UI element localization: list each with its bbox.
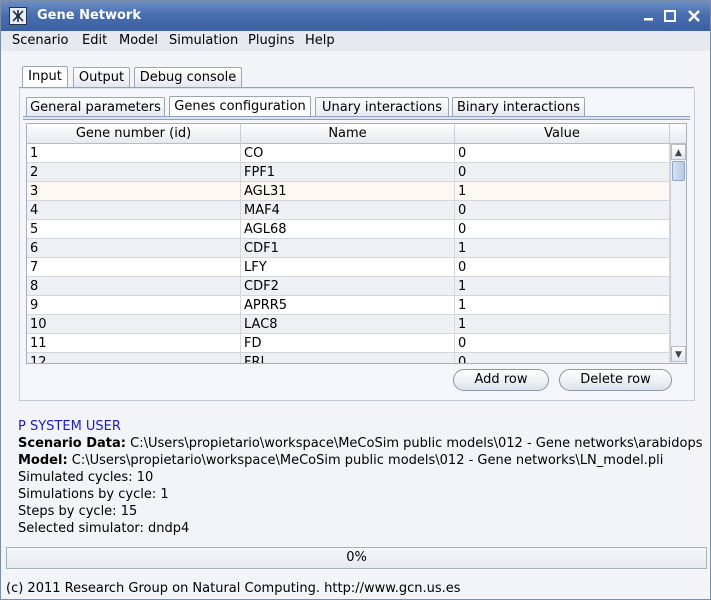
table-row[interactable]: 9 APRR5 1	[27, 296, 670, 315]
cell-gene-number[interactable]: 3	[27, 182, 241, 201]
inner-tab-strip	[23, 116, 690, 120]
title-bar[interactable]: Gene Network	[1, 1, 710, 31]
cell-name[interactable]: FD	[241, 334, 455, 353]
tab-binary-interactions[interactable]: Binary interactions	[452, 97, 585, 118]
app-window: Gene Network Scenario Edit Model Simulat…	[0, 0, 711, 600]
cell-gene-number[interactable]: 12	[27, 353, 241, 363]
maximize-icon[interactable]	[661, 7, 679, 25]
cell-value[interactable]: 1	[455, 277, 670, 296]
table-row[interactable]: 7 LFY 0	[27, 258, 670, 277]
status-bar: (c) 2011 Research Group on Natural Compu…	[6, 581, 461, 596]
cell-gene-number[interactable]: 2	[27, 163, 241, 182]
cell-name[interactable]: FPF1	[241, 163, 455, 182]
cell-gene-number[interactable]: 8	[27, 277, 241, 296]
cell-gene-number[interactable]: 6	[27, 239, 241, 258]
cell-value[interactable]: 0	[455, 220, 670, 239]
cell-name[interactable]: CDF2	[241, 277, 455, 296]
cell-name[interactable]: LAC8	[241, 315, 455, 334]
steps-by-cycle: Steps by cycle: 15	[18, 504, 138, 519]
simulated-cycles: Simulated cycles: 10	[18, 470, 154, 485]
cell-gene-number[interactable]: 10	[27, 315, 241, 334]
tab-output[interactable]: Output	[73, 67, 130, 88]
cell-value[interactable]: 1	[455, 182, 670, 201]
cell-name[interactable]: FRI	[241, 353, 455, 363]
table-body: 1 CO 0 2 FPF1 0 3 AGL31 1 4 MAF4 0 5 AGL68 0 6 CDF1 1 7 LFY…	[27, 144, 670, 363]
table-row[interactable]: 10 LAC8 1	[27, 315, 670, 334]
cell-name[interactable]: MAF4	[241, 201, 455, 220]
delete-row-button[interactable]: Delete row	[559, 369, 672, 391]
scroll-down-icon[interactable]: ▼	[671, 346, 686, 362]
scenario-data-value: C:\Users\propietario\workspace\MeCoSim p…	[130, 436, 703, 451]
selected-simulator: Selected simulator: dndp4	[18, 521, 190, 536]
tab-genes-configuration[interactable]: Genes configuration	[169, 96, 311, 118]
close-icon[interactable]	[685, 7, 703, 25]
tab-input[interactable]: Input	[22, 66, 68, 88]
cell-gene-number[interactable]: 9	[27, 296, 241, 315]
tab-unary-interactions[interactable]: Unary interactions	[315, 97, 449, 118]
scroll-thumb[interactable]	[672, 161, 685, 181]
table-row[interactable]: 5 AGL68 0	[27, 220, 670, 239]
menu-simulation[interactable]: Simulation	[169, 33, 238, 48]
cell-value[interactable]: 1	[455, 315, 670, 334]
info-title: P SYSTEM USER	[18, 419, 121, 434]
add-row-button[interactable]: Add row	[453, 369, 549, 391]
scroll-up-icon[interactable]: ▲	[671, 144, 686, 160]
column-header-gene-number[interactable]: Gene number (id)	[27, 124, 241, 144]
cell-value[interactable]: 0	[455, 144, 670, 163]
cell-name[interactable]: APRR5	[241, 296, 455, 315]
cell-value[interactable]: 0	[455, 334, 670, 353]
table-row[interactable]: 2 FPF1 0	[27, 163, 670, 182]
minimize-icon[interactable]	[640, 7, 658, 25]
menu-bar: Scenario Edit Model Simulation Plugins H…	[1, 31, 710, 51]
simulations-by-cycle: Simulations by cycle: 1	[18, 487, 169, 502]
tab-debug-console[interactable]: Debug console	[134, 67, 242, 88]
cell-name[interactable]: AGL31	[241, 182, 455, 201]
table-row[interactable]: 6 CDF1 1	[27, 239, 670, 258]
cell-gene-number[interactable]: 7	[27, 258, 241, 277]
menu-scenario[interactable]: Scenario	[12, 33, 69, 48]
cell-value[interactable]: 1	[455, 239, 670, 258]
table-row[interactable]: 3 AGL31 1	[27, 182, 670, 201]
table-row[interactable]: 4 MAF4 0	[27, 201, 670, 220]
cell-gene-number[interactable]: 5	[27, 220, 241, 239]
cell-name[interactable]: CDF1	[241, 239, 455, 258]
table-row[interactable]: 8 CDF2 1	[27, 277, 670, 296]
model-label: Model:	[18, 453, 68, 468]
table-scrollbar[interactable]: ▲ ▼	[670, 144, 686, 363]
menu-model[interactable]: Model	[119, 33, 158, 48]
cell-gene-number[interactable]: 1	[27, 144, 241, 163]
cell-name[interactable]: LFY	[241, 258, 455, 277]
app-icon	[9, 7, 27, 25]
menu-help[interactable]: Help	[305, 33, 335, 48]
cell-name[interactable]: AGL68	[241, 220, 455, 239]
column-header-value[interactable]: Value	[455, 124, 670, 144]
cell-value[interactable]: 0	[455, 201, 670, 220]
scenario-data-line: Scenario Data: C:\Users\propietario\work…	[18, 436, 703, 451]
menu-plugins[interactable]: Plugins	[248, 33, 295, 48]
cell-name[interactable]: CO	[241, 144, 455, 163]
cell-gene-number[interactable]: 11	[27, 334, 241, 353]
table-row[interactable]: 1 CO 0	[27, 144, 670, 163]
menu-edit[interactable]: Edit	[82, 33, 107, 48]
table-header: Gene number (id) Name Value	[27, 124, 686, 144]
window-title: Gene Network	[37, 8, 141, 23]
scenario-data-label: Scenario Data:	[18, 436, 126, 451]
model-value: C:\Users\propietario\workspace\MeCoSim p…	[71, 453, 664, 468]
column-header-name[interactable]: Name	[241, 124, 455, 144]
cell-gene-number[interactable]: 4	[27, 201, 241, 220]
cell-value[interactable]: 0	[455, 353, 670, 363]
cell-value[interactable]: 1	[455, 296, 670, 315]
cell-value[interactable]: 0	[455, 163, 670, 182]
table-row[interactable]: 12 FRI 0	[27, 353, 670, 363]
progress-bar: 0%	[6, 547, 707, 569]
table-row[interactable]: 11 FD 0	[27, 334, 670, 353]
cell-value[interactable]: 0	[455, 258, 670, 277]
model-line: Model: C:\Users\propietario\workspace\Me…	[18, 453, 663, 468]
tab-general-parameters[interactable]: General parameters	[26, 97, 165, 118]
genes-table: Gene number (id) Name Value 1 CO 0 2 FPF1 0 3 A…	[26, 123, 687, 364]
